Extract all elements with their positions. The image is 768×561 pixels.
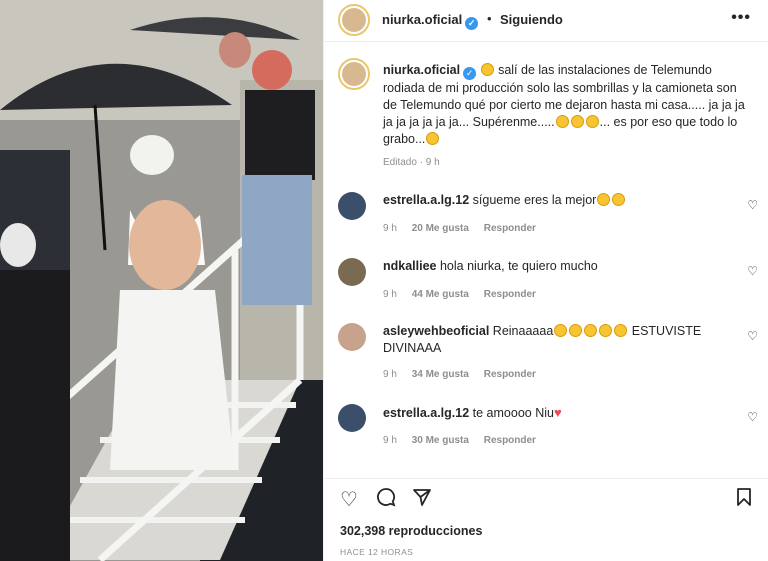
comment-item: asleywehbeoficial Reinaaaaa ESTUVISTE DI… <box>338 323 758 385</box>
comment-body: sígueme eres la mejor <box>472 193 597 207</box>
post-photo <box>0 0 323 561</box>
comment-time: 9 h <box>383 369 397 380</box>
post-header: niurka.oficial ✓ • Siguiendo ••• <box>324 0 768 42</box>
more-options-icon[interactable]: ••• <box>731 9 751 27</box>
view-count-text[interactable]: 302,398 reproducciones <box>340 524 482 538</box>
view-count[interactable]: 302,398 reproducciones <box>340 524 482 538</box>
comment-body: te amoooo Niu <box>472 406 554 420</box>
laughing-emoji-icon <box>555 115 569 128</box>
comment-likes[interactable]: 20 Me gusta <box>412 223 469 234</box>
post-age: HACE 12 HORAS <box>340 547 414 557</box>
comment-meta: 9 h 34 Me gusta Responder <box>383 369 548 380</box>
comment-time: 9 h <box>383 289 397 300</box>
avatar[interactable] <box>338 4 370 36</box>
red-heart-emoji-icon: ♥ <box>553 405 562 420</box>
crying-emoji-icon <box>569 324 583 337</box>
comment-text: ndkalliee hola niurka, te quiero mucho <box>383 258 713 275</box>
comment-meta: 9 h 30 Me gusta Responder <box>383 435 548 446</box>
comment-body: hola niurka, te quiero mucho <box>439 259 598 273</box>
crying-emoji-icon <box>554 324 568 337</box>
comment-avatar[interactable] <box>338 192 366 220</box>
follow-status-button[interactable]: Siguiendo <box>500 12 563 27</box>
crying-emoji-icon <box>584 324 598 337</box>
comment-body: Reinaaaaa <box>492 324 554 338</box>
comment-item: ndkalliee hola niurka, te quiero mucho 9… <box>338 258 758 308</box>
caption-avatar[interactable] <box>338 58 370 90</box>
laughing-emoji-icon <box>480 63 494 76</box>
comment-like-heart-icon[interactable]: ♡ <box>747 264 758 278</box>
comment-avatar[interactable] <box>338 258 366 286</box>
comment-username[interactable]: ndkalliee <box>383 259 437 273</box>
comment-text: estrella.a.lg.12 sígueme eres la mejor <box>383 192 713 209</box>
comment-like-heart-icon[interactable]: ♡ <box>747 329 758 343</box>
reply-button[interactable]: Responder <box>484 223 536 234</box>
share-icon[interactable] <box>412 487 432 513</box>
comment-avatar[interactable] <box>338 323 366 351</box>
verified-icon: ✓ <box>465 17 479 30</box>
comment-like-heart-icon[interactable]: ♡ <box>747 198 758 212</box>
reply-button[interactable]: Responder <box>484 369 536 380</box>
comment-username[interactable]: estrella.a.lg.12 <box>383 193 469 207</box>
post-panel: niurka.oficial ✓ • Siguiendo ••• niurka.o… <box>323 0 768 561</box>
sad-emoji-icon <box>597 193 611 206</box>
comment-avatar[interactable] <box>338 404 366 432</box>
separator-dot: • <box>487 11 492 26</box>
comment-likes[interactable]: 34 Me gusta <box>412 369 469 380</box>
heart-eyes-emoji-icon <box>612 193 626 206</box>
caption-text: niurka.oficial ✓ salí de las instalacione… <box>383 62 753 148</box>
verified-icon: ✓ <box>463 67 477 80</box>
laughing-emoji-icon <box>585 115 599 128</box>
reply-button[interactable]: Responder <box>484 289 536 300</box>
post-media[interactable] <box>0 0 323 561</box>
comment-time: 9 h <box>383 435 397 446</box>
comment-time: 9 h <box>383 223 397 234</box>
comment-icon[interactable] <box>376 487 396 513</box>
clap-emoji-icon <box>614 324 628 337</box>
action-bar: ♡ <box>324 478 768 518</box>
comment-username[interactable]: estrella.a.lg.12 <box>383 406 469 420</box>
comment-like-heart-icon[interactable]: ♡ <box>747 410 758 424</box>
comment-text: asleywehbeoficial Reinaaaaa ESTUVISTE DI… <box>383 323 713 357</box>
comment-meta: 9 h 44 Me gusta Responder <box>383 289 548 300</box>
comment-meta: 9 h 20 Me gusta Responder <box>383 223 548 234</box>
header-username-text[interactable]: niurka.oficial <box>382 12 462 27</box>
comment-text: estrella.a.lg.12 te amoooo Niu♥ <box>383 404 713 422</box>
header-username[interactable]: niurka.oficial ✓ <box>382 12 479 30</box>
laughing-emoji-icon <box>570 115 584 128</box>
comment-item: estrella.a.lg.12 te amoooo Niu♥ 9 h 30 M… <box>338 404 758 454</box>
comment-likes[interactable]: 30 Me gusta <box>412 435 469 446</box>
reply-button[interactable]: Responder <box>484 435 536 446</box>
bookmark-icon[interactable] <box>736 487 752 513</box>
heart-icon[interactable]: ♡ <box>340 487 358 512</box>
clap-emoji-icon <box>599 324 613 337</box>
caption-username[interactable]: niurka.oficial <box>383 63 460 77</box>
comment-likes[interactable]: 44 Me gusta <box>412 289 469 300</box>
comment-item: estrella.a.lg.12 sígueme eres la mejor 9… <box>338 192 758 242</box>
caption-time: Editado · 9 h <box>383 157 440 168</box>
comment-username[interactable]: asleywehbeoficial <box>383 324 489 338</box>
laughing-emoji-icon <box>426 132 440 145</box>
